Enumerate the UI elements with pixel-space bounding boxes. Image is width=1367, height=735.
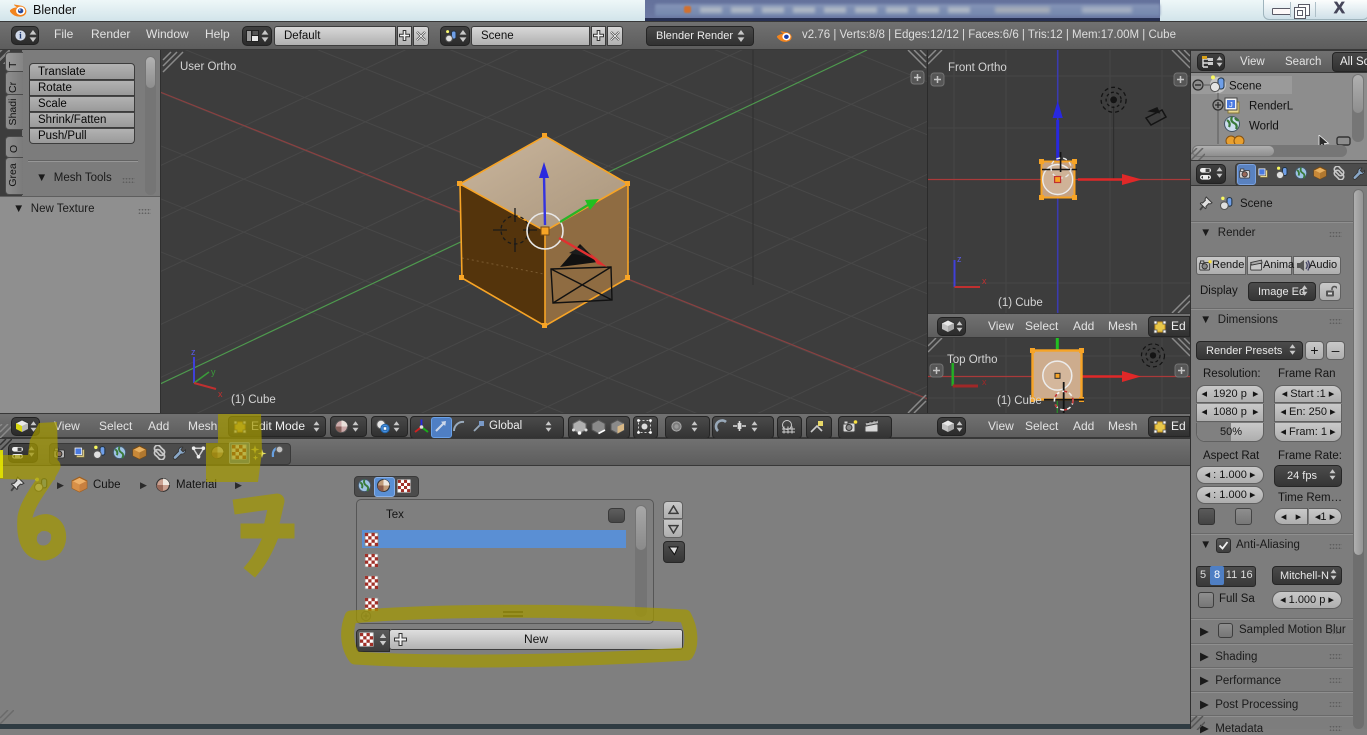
- svg-text:y: y: [211, 367, 216, 377]
- svg-text:z: z: [957, 254, 962, 264]
- svg-text:x: x: [982, 377, 987, 387]
- svg-text:x: x: [982, 276, 987, 286]
- svg-text:World: World: [1249, 121, 1279, 133]
- svg-text:(1) Cube: (1) Cube: [997, 395, 1042, 407]
- svg-text:z: z: [191, 347, 196, 357]
- svg-text:Top Ortho: Top Ortho: [947, 354, 998, 366]
- svg-text:Scene: Scene: [1229, 81, 1262, 93]
- svg-text:J: J: [1229, 100, 1233, 109]
- svg-text:(1) Cube: (1) Cube: [231, 394, 276, 406]
- svg-text:RenderL: RenderL: [1249, 101, 1294, 113]
- svg-text:User Ortho: User Ortho: [180, 61, 236, 73]
- svg-text:x: x: [218, 389, 223, 399]
- svg-text:(1) Cube: (1) Cube: [998, 297, 1043, 309]
- svg-text:Front Ortho: Front Ortho: [948, 62, 1007, 74]
- svg-text:i: i: [19, 32, 22, 42]
